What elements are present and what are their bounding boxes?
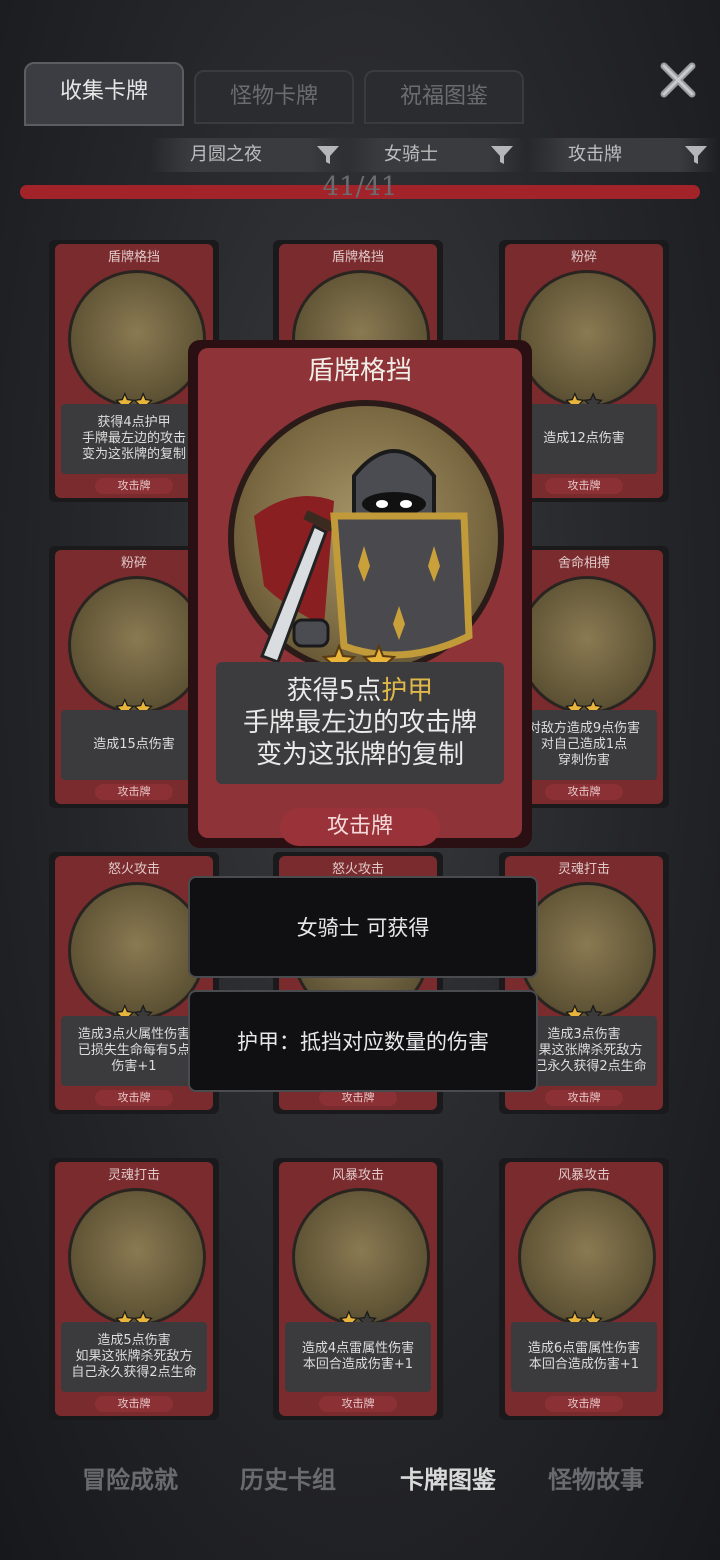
card-illustration <box>68 270 206 408</box>
filter-label: 女骑士 <box>384 144 438 165</box>
card-illustration <box>518 882 656 1020</box>
nav-card-guide[interactable]: 卡牌图鉴 <box>378 1460 518 1495</box>
card-illustration <box>68 576 206 714</box>
tab-monster-cards[interactable]: 怪物卡牌 <box>194 70 354 124</box>
bottom-nav: 冒险成就 历史卡组 卡牌图鉴 怪物故事 <box>0 1448 720 1512</box>
selected-card-type-badge: 攻击牌 <box>280 808 440 846</box>
selected-card-title: 盾牌格挡 <box>307 356 412 386</box>
tooltip-text: 女骑士 可获得 <box>296 916 430 940</box>
card-description: 造成3点火属性伤害 已损失生命每有5点 伤害+1 <box>61 1016 207 1086</box>
filter-version[interactable]: 月圆之夜 <box>150 138 350 172</box>
card-title: 盾牌格挡 <box>331 250 384 265</box>
top-tab-bar: 收集卡牌 怪物卡牌 祝福图鉴 <box>20 60 580 130</box>
desc-text: 变为这张牌的复制 <box>255 740 464 770</box>
card-type-badge: 攻击牌 <box>545 478 623 494</box>
desc-text: 手牌最左边的攻击牌 <box>242 708 477 738</box>
nav-adventure-achievements[interactable]: 冒险成就 <box>60 1460 200 1495</box>
nav-monster-stories[interactable]: 怪物故事 <box>526 1460 666 1495</box>
selected-card-description: 获得5点护甲 手牌最左边的攻击牌 变为这张牌的复制 <box>216 662 504 784</box>
card-item[interactable]: 灵魂打击 造成5点伤害 如果这张牌杀死敌方 自己永久获得2点生命 攻击牌 <box>49 1158 219 1420</box>
card-title: 风暴攻击 <box>557 1168 610 1183</box>
selected-card-detail[interactable]: 盾牌格挡 获得5点护甲 手牌最左边的攻击牌 变为这张牌的复制 攻击牌 <box>188 340 532 848</box>
keyword-tooltip: 护甲：抵挡对应数量的伤害 <box>188 990 538 1092</box>
tooltip-text: 护甲：抵挡对应数量的伤害 <box>237 1030 489 1054</box>
armor-keyword[interactable]: 护甲 <box>381 676 433 706</box>
card-type-badge: 攻击牌 <box>319 1396 397 1412</box>
card-type-badge: 攻击牌 <box>545 1090 623 1106</box>
shield-knight-icon <box>254 449 473 664</box>
card-title: 粉碎 <box>570 250 597 265</box>
close-x-icon <box>660 62 696 98</box>
filter-hero[interactable]: 女骑士 <box>344 138 524 172</box>
card-illustration <box>518 270 656 408</box>
filter-label: 月圆之夜 <box>190 144 262 165</box>
card-illustration <box>518 1188 656 1326</box>
funnel-icon <box>317 146 339 164</box>
card-title: 怒火攻击 <box>331 862 384 877</box>
card-description: 对敌方造成9点伤害 对自己造成1点 穿刺伤害 <box>511 710 657 780</box>
card-description: 造成12点伤害 <box>511 404 657 474</box>
obtain-source-tooltip: 女骑士 可获得 <box>188 876 538 978</box>
filter-label: 攻击牌 <box>568 144 622 165</box>
card-type-badge: 攻击牌 <box>319 1090 397 1106</box>
card-title: 盾牌格挡 <box>107 250 160 265</box>
card-type-badge: 攻击牌 <box>545 784 623 800</box>
card-description: 造成5点伤害 如果这张牌杀死敌方 自己永久获得2点生命 <box>61 1322 207 1392</box>
card-type-badge: 攻击牌 <box>95 1396 173 1412</box>
desc-text: 获得5点 <box>286 676 382 706</box>
card-title: 灵魂打击 <box>557 862 610 877</box>
filter-card-type[interactable]: 攻击牌 <box>528 138 718 172</box>
card-type-badge: 攻击牌 <box>95 784 173 800</box>
collection-count: 41/41 <box>322 172 398 202</box>
card-type-badge: 攻击牌 <box>95 1090 173 1106</box>
card-item[interactable]: 风暴攻击 造成4点雷属性伤害 本回合造成伤害+1 攻击牌 <box>273 1158 443 1420</box>
card-title: 风暴攻击 <box>331 1168 384 1183</box>
card-description: 获得4点护甲 手牌最左边的攻击 变为这张牌的复制 <box>61 404 207 474</box>
card-item[interactable]: 风暴攻击 造成6点雷属性伤害 本回合造成伤害+1 攻击牌 <box>499 1158 669 1420</box>
card-illustration <box>68 882 206 1020</box>
card-type-badge: 攻击牌 <box>95 478 173 494</box>
card-illustration <box>68 1188 206 1326</box>
filter-bar: 月圆之夜 女骑士 攻击牌 <box>150 138 718 174</box>
card-title: 怒火攻击 <box>107 862 160 877</box>
close-button[interactable] <box>656 58 700 102</box>
tab-blessing-guide[interactable]: 祝福图鉴 <box>364 70 524 124</box>
card-type-badge: 攻击牌 <box>545 1396 623 1412</box>
card-illustration <box>518 576 656 714</box>
tab-collect-cards[interactable]: 收集卡牌 <box>24 62 184 126</box>
card-description: 造成6点雷属性伤害 本回合造成伤害+1 <box>511 1322 657 1392</box>
shield-knight-illustration <box>228 400 504 676</box>
card-title: 灵魂打击 <box>107 1168 160 1183</box>
funnel-icon <box>685 146 707 164</box>
card-illustration <box>292 1188 430 1326</box>
card-description: 造成4点雷属性伤害 本回合造成伤害+1 <box>285 1322 431 1392</box>
card-description: 造成15点伤害 <box>61 710 207 780</box>
nav-history-decks[interactable]: 历史卡组 <box>218 1460 358 1495</box>
funnel-icon <box>491 146 513 164</box>
